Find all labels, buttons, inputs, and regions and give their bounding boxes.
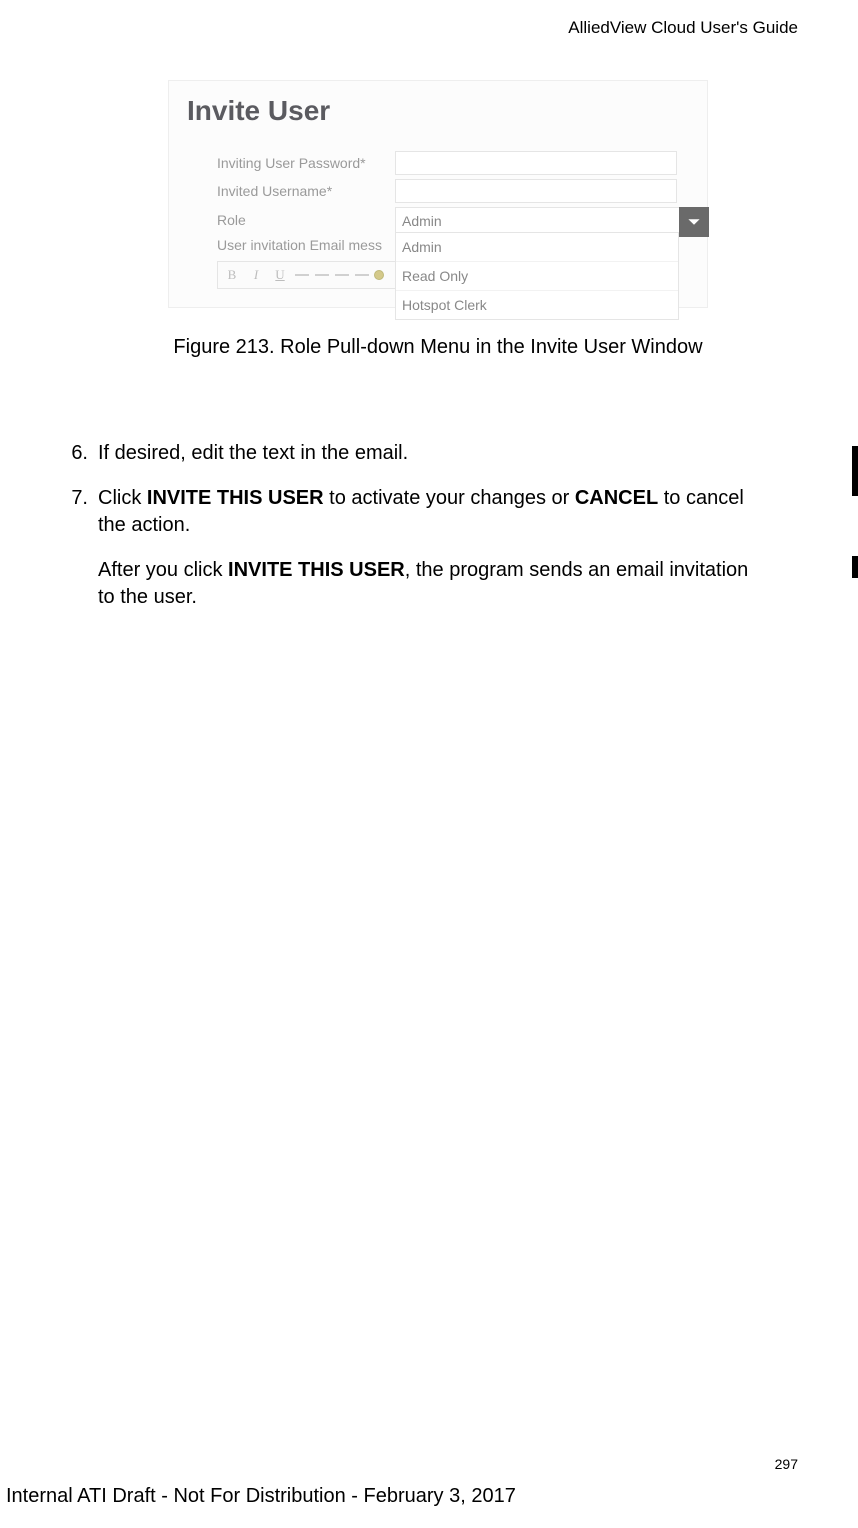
step-7: 7. Click INVITE THIS USER to activate yo… (62, 485, 768, 539)
bold-cancel: CANCEL (575, 487, 658, 509)
italic-button[interactable]: I (246, 267, 266, 283)
figure-area: Invite User Inviting User Password* Invi… (168, 80, 708, 359)
figure-caption: Figure 213. Role Pull-down Menu in the I… (168, 336, 708, 359)
role-select-wrap: Admin Admin Read Only Hotspot Clerk (395, 207, 707, 233)
text-fragment: to activate your changes or (324, 487, 575, 509)
draft-footer: Internal ATI Draft - Not For Distributio… (6, 1485, 516, 1508)
color-icon[interactable] (374, 270, 384, 280)
align-justify-icon[interactable] (355, 274, 369, 276)
step-text: Click INVITE THIS USER to activate your … (98, 485, 768, 539)
change-bar (852, 556, 858, 578)
bold-invite: INVITE THIS USER (147, 487, 324, 509)
bold-button[interactable]: B (222, 267, 242, 283)
row-username: Invited Username* (169, 177, 707, 205)
role-option-admin[interactable]: Admin (396, 233, 678, 262)
label-role: Role (217, 212, 395, 228)
row-password: Inviting User Password* (169, 149, 707, 177)
follow-up-paragraph: After you click INVITE THIS USER, the pr… (98, 557, 768, 611)
page-number: 297 (775, 1456, 798, 1472)
label-username: Invited Username* (217, 183, 395, 199)
text-fragment: After you click (98, 559, 228, 581)
instruction-steps: 6. If desired, edit the text in the emai… (62, 440, 768, 611)
step-6: 6. If desired, edit the text in the emai… (62, 440, 768, 467)
role-option-hotspot[interactable]: Hotspot Clerk (396, 291, 678, 319)
align-left-icon[interactable] (295, 274, 309, 276)
doc-header-title: AlliedView Cloud User's Guide (568, 18, 798, 38)
role-option-readonly[interactable]: Read Only (396, 262, 678, 291)
editor-toolbar: B I U (217, 261, 417, 289)
role-select[interactable]: Admin (395, 207, 707, 233)
invite-user-panel: Invite User Inviting User Password* Invi… (168, 80, 708, 308)
step-number: 6. (62, 440, 98, 467)
role-dropdown: Admin Read Only Hotspot Clerk (395, 233, 679, 320)
align-center-icon[interactable] (315, 274, 329, 276)
label-password: Inviting User Password* (217, 155, 395, 171)
chevron-down-icon[interactable] (679, 207, 709, 237)
bold-invite: INVITE THIS USER (228, 559, 405, 581)
input-username[interactable] (395, 179, 677, 203)
change-bars (852, 446, 858, 638)
row-role: Role Admin Admin Read Only Hotspot Clerk (169, 205, 707, 235)
change-bar (852, 446, 858, 496)
underline-button[interactable]: U (270, 267, 290, 283)
panel-title: Invite User (169, 81, 707, 149)
text-fragment: Click (98, 487, 147, 509)
step-text: If desired, edit the text in the email. (98, 440, 768, 467)
label-email-msg: User invitation Email mess (217, 237, 395, 253)
align-right-icon[interactable] (335, 274, 349, 276)
input-password[interactable] (395, 151, 677, 175)
step-number: 7. (62, 485, 98, 539)
